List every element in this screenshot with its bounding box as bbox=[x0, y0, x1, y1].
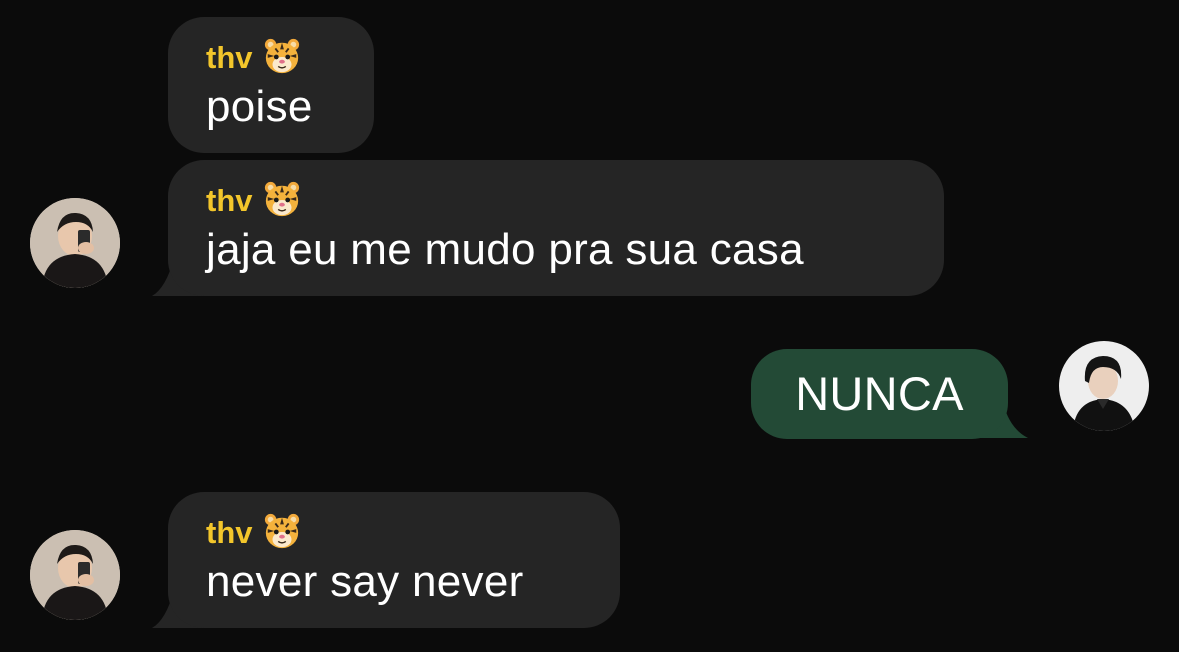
contact-avatar[interactable] bbox=[30, 198, 120, 288]
message-text: NUNCA bbox=[795, 367, 964, 420]
message-bubble[interactable]: NUNCA bbox=[751, 349, 1008, 439]
tiger-face-icon bbox=[263, 37, 301, 75]
sender-name-label: thv bbox=[206, 40, 253, 75]
sender-name: thv bbox=[206, 37, 301, 76]
message-text: jaja eu me mudo pra sua casa bbox=[206, 225, 804, 274]
sender-name: thv bbox=[206, 512, 301, 551]
sender-name-label: thv bbox=[206, 515, 253, 550]
message-bubble[interactable]: thv poise bbox=[168, 17, 374, 153]
avatar-photo bbox=[1059, 341, 1149, 431]
avatar-photo bbox=[30, 530, 120, 620]
message-text: never say never bbox=[206, 557, 524, 606]
sender-name-label: thv bbox=[206, 183, 253, 218]
contact-avatar[interactable] bbox=[30, 530, 120, 620]
tiger-face-icon bbox=[263, 512, 301, 550]
self-avatar[interactable] bbox=[1059, 341, 1149, 431]
message-bubble[interactable]: thv jaja eu me mudo pra sua casa bbox=[168, 160, 944, 296]
message-text: poise bbox=[206, 82, 313, 131]
avatar-photo bbox=[30, 198, 120, 288]
message-bubble[interactable]: thv never say never bbox=[168, 492, 620, 628]
sender-name: thv bbox=[206, 180, 301, 219]
tiger-face-icon bbox=[263, 180, 301, 218]
